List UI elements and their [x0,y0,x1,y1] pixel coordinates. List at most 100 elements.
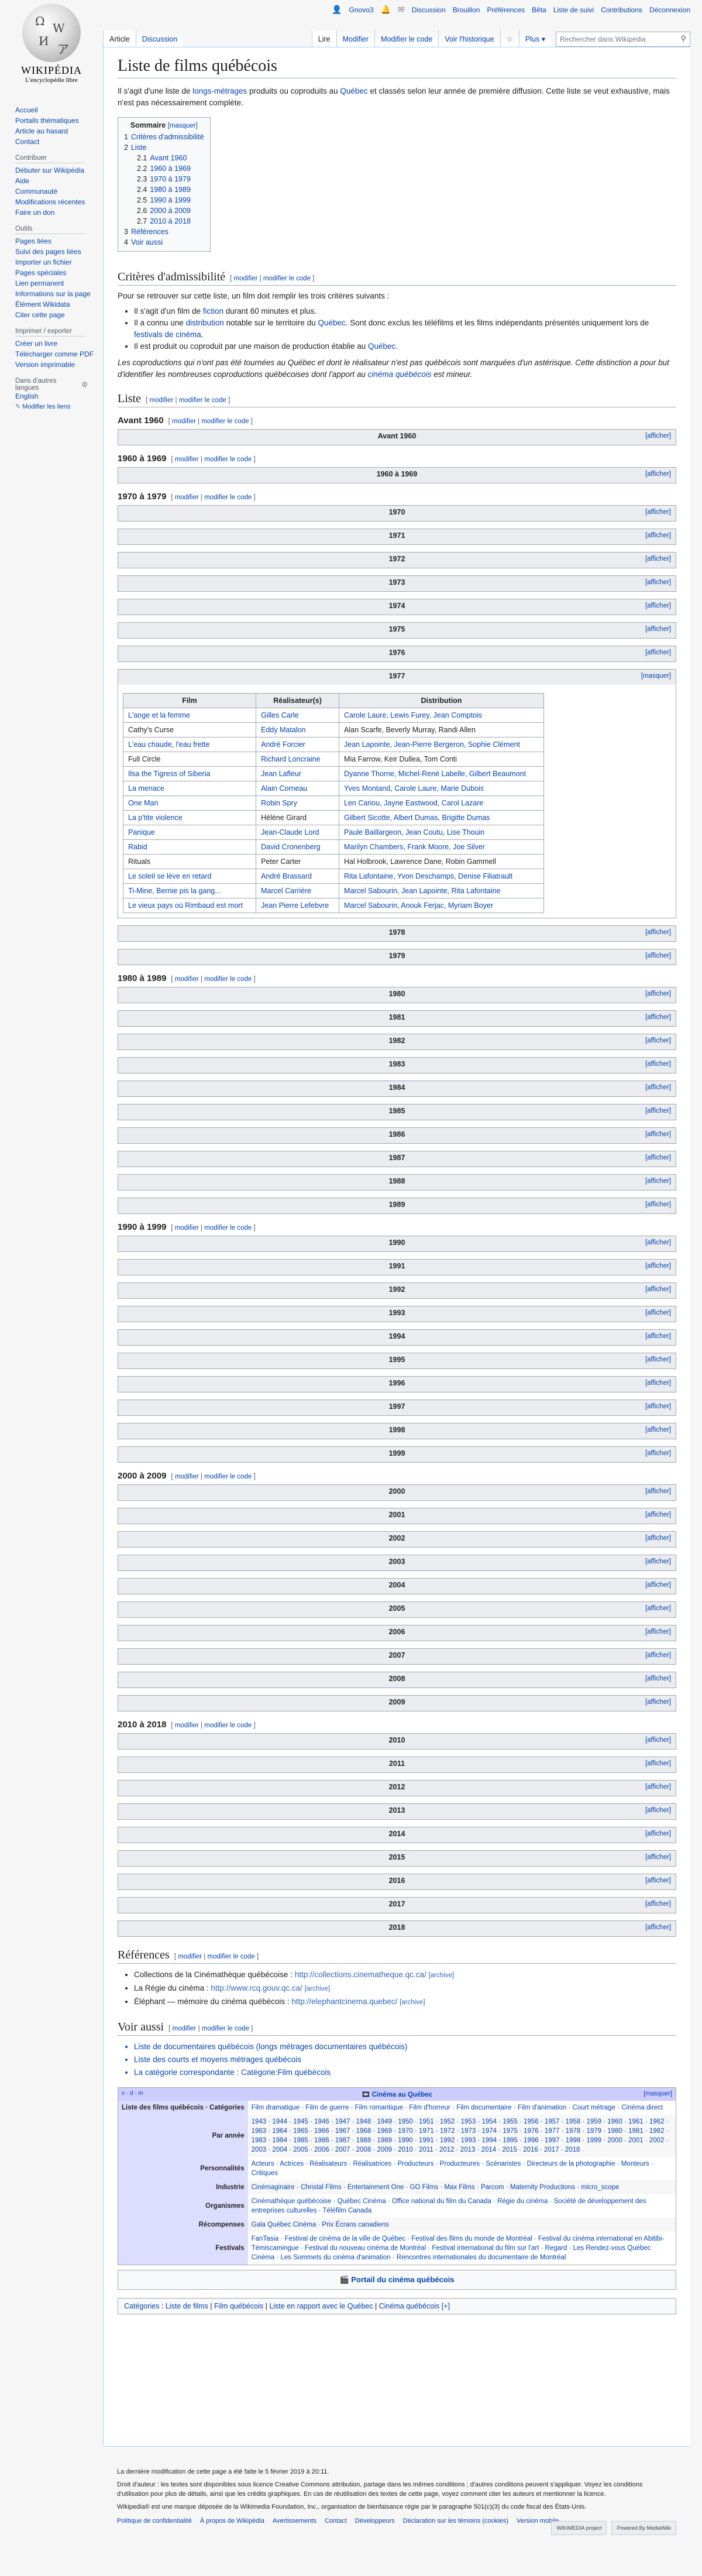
toc-item[interactable]: 2.6 2000 à 2009 [124,205,204,216]
director[interactable]: Richard Loncraine [261,755,320,763]
reference-url[interactable]: http://www.rcq.gouv.qc.ca/ [211,1984,302,1992]
archive-link[interactable]: [archive] [400,1999,425,2006]
director[interactable]: André Forcier [261,740,305,749]
edit-link[interactable]: modifier [178,1953,202,1960]
footer-link[interactable]: Développeurs [355,2517,395,2524]
show-toggle[interactable]: [afficher] [645,1286,671,1293]
navbox-title-text[interactable]: Cinéma au Québec [372,2091,433,2098]
cast[interactable]: Dyanne Thorne, Michel-René Labelle, Gilb… [344,770,526,778]
link-quebec[interactable]: Québec [368,342,395,351]
show-toggle[interactable]: [afficher] [645,1403,671,1410]
show-toggle[interactable]: [afficher] [645,602,671,609]
see-also-item[interactable]: Liste de documentaires québécois (longs … [134,2040,676,2053]
director[interactable]: Jean Lafleur [261,770,301,778]
show-toggle[interactable]: [afficher] [645,1807,671,1814]
link-fiction[interactable]: fiction [203,307,223,315]
edit-source-link[interactable]: modifier le code [204,1224,252,1232]
category-link[interactable]: Cinéma québécois [379,2302,440,2310]
film-title[interactable]: Ti-Mine, Bernie pis la gang... [128,887,221,895]
show-toggle[interactable]: [afficher] [645,1263,671,1270]
see-also-item[interactable]: Liste des courts et moyens métrages québ… [134,2053,676,2066]
preferences-link[interactable]: Préférences [487,6,525,14]
reference-url[interactable]: http://collections.cinematheque.qc.ca/ [295,1970,426,1979]
tab-more[interactable]: Plus ▾ [518,30,551,47]
show-toggle[interactable]: [afficher] [645,509,671,516]
edit-link[interactable]: modifier [175,456,199,463]
link-quebec[interactable]: Québec [318,318,345,327]
archive-link[interactable]: [archive] [429,1972,454,1979]
navbox-hide-toggle[interactable]: [masquer] [644,2090,672,2097]
film-title[interactable]: Panique [128,828,155,836]
show-toggle[interactable]: [afficher] [645,1426,671,1433]
edit-link[interactable]: modifier [175,1722,199,1729]
category-link[interactable]: Liste en rapport avec le Québec [269,2302,373,2310]
categories-label[interactable]: Catégories [124,2302,159,2310]
director[interactable]: Jean-Claude Lord [261,828,319,836]
show-toggle[interactable]: [afficher] [645,579,671,586]
show-toggle[interactable]: [afficher] [645,532,671,539]
link-festivals[interactable]: festivals de cinéma [134,330,201,339]
cast[interactable]: Marcel Sabourin, Anouk Ferjac, Myriam Bo… [344,901,493,910]
show-toggle[interactable]: [afficher] [645,1084,671,1091]
search-icon[interactable]: ⚲ [680,34,686,43]
toc-item[interactable]: 2.3 1970 à 1979 [124,174,204,184]
toc-item[interactable]: 3 Références [124,227,204,237]
portal-link[interactable]: 🎬 Portail du cinéma québécois [118,2270,676,2290]
navbox-group-links[interactable]: Acteurs · Actrices · Réalisateurs · Réal… [247,2157,676,2180]
cast[interactable]: Carole Laure, Lewis Furey, Jean Comptois [344,711,482,719]
link-quebec[interactable]: Québec [340,87,367,95]
show-toggle[interactable]: [afficher] [645,1014,671,1021]
show-toggle[interactable]: [afficher] [645,1309,671,1316]
film-title[interactable]: La menace [128,784,164,793]
cast[interactable]: Marcel Sabourin, Jean Lapointe, Rita Laf… [344,887,501,895]
cast[interactable]: Marilyn Chambers, Frank Moore, Joe Silve… [344,843,485,851]
tab-read[interactable]: Lire [311,30,336,47]
footer-link[interactable]: Déclaration sur les témoins (cookies) [403,2517,508,2524]
show-toggle[interactable]: [afficher] [645,1830,671,1837]
navbox-group-links[interactable]: Cinémaginaire · Christal Films · Enterta… [247,2180,676,2194]
edit-source-link[interactable]: modifier le code [208,1953,255,1960]
toc-item[interactable]: 2.4 1980 à 1989 [124,184,204,195]
sidebar-item-start[interactable]: Débuter sur Wikipédia [15,166,99,175]
edit-source-link[interactable]: modifier le code [204,494,252,501]
navbox-group-links[interactable]: Film dramatique · Film de guerre · Film … [247,2101,676,2115]
sidebar-item-printable[interactable]: Version imprimable [15,360,99,369]
director[interactable]: Robin Spry [261,799,297,807]
film-title[interactable]: One Man [128,799,158,807]
archive-link[interactable]: [archive] [305,1985,330,1992]
show-toggle[interactable]: [afficher] [645,1201,671,1208]
show-toggle[interactable]: [afficher] [645,990,671,997]
show-toggle[interactable]: [afficher] [645,1131,671,1138]
sidebar-item-upload[interactable]: Importer un fichier [15,258,99,267]
edit-source-link[interactable]: modifier le code [263,275,311,282]
show-toggle[interactable]: [afficher] [645,1488,671,1495]
sidebar-item-create-book[interactable]: Créer un livre [15,339,99,348]
navbox-group-links[interactable]: 1943 · 1944 · 1945 · 1946 · 1947 · 1948 … [247,2115,676,2157]
edit-link[interactable]: modifier [175,976,199,983]
show-toggle[interactable]: [afficher] [645,1535,671,1542]
logout-link[interactable]: Déconnexion [649,6,690,14]
sidebar-item-recent-changes[interactable]: Modifications récentes [15,197,99,207]
show-toggle[interactable]: [afficher] [645,1178,671,1185]
category-expand[interactable]: [+] [442,2302,450,2310]
cast[interactable]: Gilbert Sicotte, Albert Dumas, Brigitte … [344,814,490,822]
sidebar-item-random[interactable]: Article au hasard [15,126,99,136]
show-toggle[interactable]: [afficher] [645,1380,671,1387]
sidebar-item-edit-links[interactable]: ✎ Modifier les liens [15,402,99,411]
show-toggle[interactable]: [afficher] [645,1783,671,1790]
sidebar-item-help[interactable]: Aide [15,176,99,186]
sidebar-item-lang-english[interactable]: English [15,392,99,401]
edit-link[interactable]: modifier [175,1473,199,1480]
show-toggle[interactable]: [afficher] [645,952,671,959]
show-toggle[interactable]: [afficher] [645,1854,671,1861]
show-toggle[interactable]: [afficher] [645,1061,671,1068]
show-toggle[interactable]: [afficher] [645,1675,671,1682]
toc-hide-toggle[interactable]: [masquer] [168,122,198,129]
watchlist-link[interactable]: Liste de suivi [553,6,594,14]
show-toggle[interactable]: [afficher] [645,1877,671,1884]
inbox-icon[interactable]: ✉ [398,5,405,15]
show-toggle[interactable]: [afficher] [645,649,671,656]
show-toggle[interactable]: [afficher] [645,1628,671,1635]
footer-link[interactable]: Contact [325,2517,347,2524]
footer-link[interactable]: Politique de confidentialité [117,2517,192,2524]
